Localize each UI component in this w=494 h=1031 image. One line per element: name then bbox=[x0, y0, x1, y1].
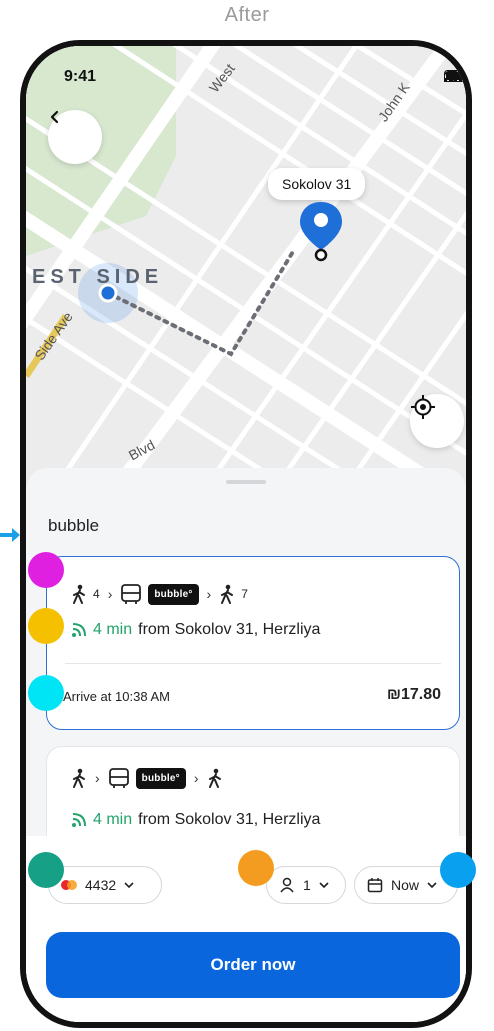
annotation-marker-orange bbox=[238, 850, 274, 886]
current-location-dot-icon bbox=[98, 283, 118, 303]
destination-label: Sokolov 31 bbox=[268, 168, 366, 200]
bubble-badge: bubble° bbox=[135, 767, 186, 789]
walk-icon bbox=[208, 768, 221, 788]
destination-pin-icon[interactable] bbox=[296, 198, 346, 264]
pointer-arrow-icon bbox=[0, 528, 20, 542]
calendar-icon bbox=[367, 878, 383, 893]
chevron-down-icon bbox=[319, 882, 329, 889]
eta-from: from Sokolov 31, Herzliya bbox=[138, 621, 321, 638]
walk-icon bbox=[73, 584, 85, 604]
chevron-left-icon bbox=[50, 110, 59, 124]
payment-selector[interactable]: 4432 bbox=[48, 866, 162, 904]
eta-minutes: 4 min bbox=[93, 621, 133, 638]
card-last4: 4432 bbox=[85, 877, 117, 893]
map-view[interactable]: EST SIDE West John K Side Ave Blvd Sokol… bbox=[26, 46, 466, 516]
recenter-button[interactable] bbox=[410, 394, 464, 448]
live-signal-icon bbox=[72, 623, 86, 637]
walk-start-minutes: 4 bbox=[93, 587, 100, 601]
passengers-selector[interactable]: 1 bbox=[266, 866, 346, 904]
annotation-marker-magenta bbox=[28, 552, 64, 588]
price: ₪17.80 bbox=[386, 686, 441, 703]
chevron-down-icon bbox=[427, 882, 437, 889]
chevron-right-icon: › bbox=[193, 770, 199, 786]
route-steps: 4 › bubble° › 7 bbox=[71, 583, 248, 605]
chevron-down-icon bbox=[124, 882, 134, 889]
card-divider bbox=[65, 663, 441, 664]
bus-icon bbox=[121, 584, 142, 604]
chevron-right-icon: › bbox=[95, 770, 100, 786]
annotation-marker-yellow bbox=[28, 608, 64, 644]
time-option: Now bbox=[391, 877, 420, 893]
arrival-time: Arrive at 10:38 AM bbox=[63, 689, 170, 704]
route-option-card-selected[interactable]: 4 › bubble° › 7 4 min from Sokolov 31, H… bbox=[46, 556, 460, 730]
eta-row: 4 min from Sokolov 31, Herzliya bbox=[71, 811, 320, 829]
order-now-button[interactable]: Order now bbox=[46, 932, 460, 998]
annotation-marker-cyan bbox=[28, 675, 64, 711]
battery-icon bbox=[444, 70, 466, 82]
chevron-right-icon: › bbox=[107, 586, 113, 602]
eta-minutes: 4 min bbox=[93, 811, 133, 828]
caption-after: After bbox=[224, 4, 270, 26]
walk-end-minutes: 7 bbox=[241, 587, 248, 601]
home-indicator[interactable] bbox=[180, 1022, 314, 1027]
back-button[interactable] bbox=[48, 110, 102, 164]
person-icon bbox=[280, 877, 294, 893]
mastercard-icon bbox=[61, 880, 77, 890]
eta-from: from Sokolov 31, Herzliya bbox=[138, 811, 321, 828]
eta-row: 4 min from Sokolov 31, Herzliya bbox=[71, 621, 320, 639]
passenger-count: 1 bbox=[303, 877, 311, 893]
annotation-marker-blue bbox=[440, 852, 476, 888]
route-steps: › bubble° › bbox=[71, 767, 223, 789]
sheet-grabber[interactable] bbox=[226, 480, 266, 484]
status-time: 9:41 bbox=[64, 68, 97, 85]
bubble-badge: bubble° bbox=[148, 583, 199, 605]
bus-icon bbox=[108, 768, 129, 788]
walk-icon bbox=[73, 768, 85, 788]
walk-icon bbox=[221, 584, 234, 604]
live-signal-icon bbox=[72, 813, 86, 827]
provider-title: bubble bbox=[48, 516, 100, 535]
chevron-right-icon: › bbox=[206, 586, 212, 602]
annotation-marker-teal bbox=[28, 852, 64, 888]
crosshair-icon bbox=[411, 395, 435, 419]
